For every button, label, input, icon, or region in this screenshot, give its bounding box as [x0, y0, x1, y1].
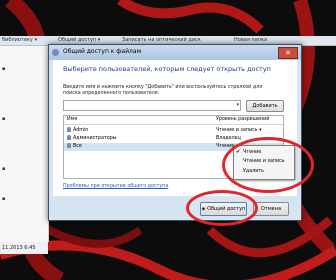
user-name-combo[interactable]: ▾	[63, 100, 241, 111]
pane-item[interactable]: ▪	[2, 166, 5, 172]
file-sharing-dialog: Общий доступ к файлам ✕ Выберите пользов…	[48, 44, 302, 221]
highlight-ellipse-menu	[222, 137, 314, 193]
chevron-down-icon[interactable]: ▾	[236, 102, 239, 108]
back-icon[interactable]	[52, 49, 59, 56]
row-permission[interactable]: Чтение и запись ▾	[216, 127, 262, 135]
group-icon	[67, 135, 71, 140]
row-name: Все	[73, 144, 82, 149]
close-button[interactable]: ✕	[278, 47, 298, 59]
status-time: 11.2013 6:45	[2, 245, 36, 251]
pane-item[interactable]: ▪	[2, 116, 5, 122]
pane-item[interactable]: ▪	[2, 196, 5, 202]
user-icon	[67, 127, 71, 132]
dialog-title-bar: Общий доступ к файлам ✕	[49, 45, 301, 60]
dialog-heading: Выберите пользователей, которым следует …	[63, 65, 271, 73]
sharing-problems-link[interactable]: Проблемы при открытии общего доступа	[63, 184, 168, 189]
cancel-button[interactable]: Отмена	[253, 202, 289, 216]
table-row[interactable]: Admin Чтение и запись ▾	[64, 127, 283, 135]
row-name: Admin	[73, 128, 89, 133]
toolbar-library[interactable]: библиотеку ▾	[2, 36, 37, 45]
dialog-hint: Введите имя и нажмите кнопку "Добавить" …	[63, 85, 263, 96]
table-header: Имя Уровень разрешений	[64, 116, 283, 125]
explorer-status-bar: 11.2013 6:45	[0, 242, 48, 254]
group-icon	[67, 143, 71, 148]
pane-item[interactable]: ▪	[2, 66, 5, 72]
add-button[interactable]: Добавить	[246, 100, 284, 112]
dialog-title: Общий доступ к файлам	[63, 48, 142, 55]
column-header-permission[interactable]: Уровень разрешений	[216, 116, 269, 124]
row-permission: Владелец	[216, 136, 241, 141]
row-name: Администраторы	[73, 136, 117, 141]
column-header-name[interactable]: Имя	[67, 116, 77, 124]
explorer-file-pane: ▪ ▪ ▪ ▪	[0, 46, 49, 242]
highlight-ellipse-share	[186, 190, 258, 226]
